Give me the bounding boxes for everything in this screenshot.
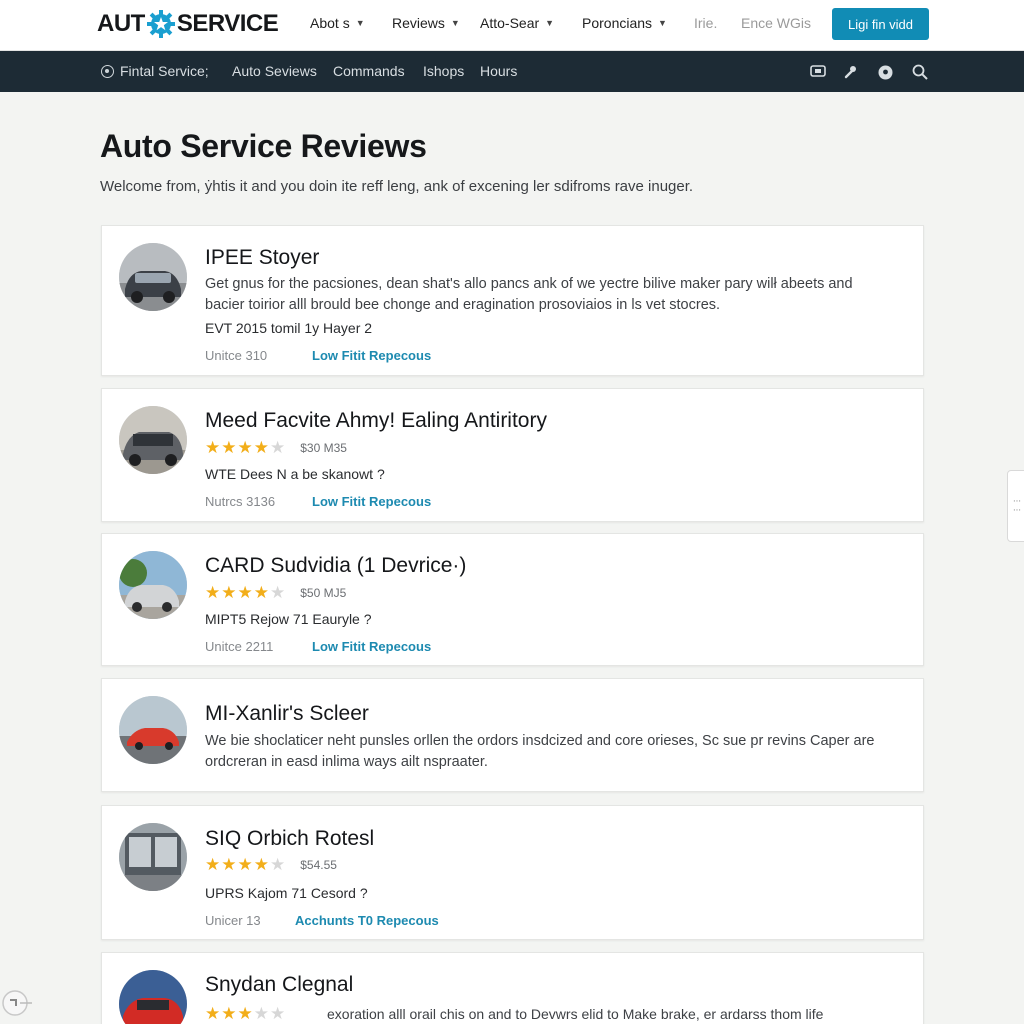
price-label: $30 M35: [300, 440, 347, 455]
chevron-down-icon: ▼: [545, 18, 555, 28]
nav-label: Irie.: [694, 15, 718, 31]
secondary-nav: Fintal Service; Auto Seviews Commands Is…: [0, 51, 1024, 92]
subnav-label: Hours: [480, 63, 518, 79]
star-empty-icon: ★: [270, 583, 286, 602]
nav-label: Atto-Sear: [480, 15, 540, 31]
subnav-item-hours[interactable]: Hours: [480, 63, 517, 79]
review-card[interactable]: CARD Sudvidia (1 Devrice·) ★ ★ ★ ★ ★ $50…: [101, 533, 924, 666]
feedback-tab[interactable]: ⋮⋮: [1007, 470, 1024, 542]
feedback-tab-label: ⋮⋮: [1012, 497, 1022, 515]
review-detail: WTE Dees N a be skanowt ?: [205, 466, 385, 482]
chevron-down-icon: ▼: [658, 18, 667, 28]
car-thumbnail: [119, 823, 187, 891]
star-icon: ★: [253, 438, 269, 457]
star-icon: ★: [205, 438, 221, 457]
star-empty-icon: ★: [253, 1004, 269, 1023]
search-icon[interactable]: [911, 63, 929, 81]
review-description: exoration alll orail chis on and to Devw…: [327, 1006, 824, 1022]
review-card[interactable]: IPEE Stoyer Get gnus for the pacsiones, …: [101, 225, 924, 376]
price-label: $50 MJ5: [300, 585, 347, 600]
car-thumbnail: [119, 970, 187, 1024]
nav-item-promotions[interactable]: Poroncians ▼: [582, 15, 667, 31]
star-icon: ★: [205, 583, 221, 602]
help-badge-icon[interactable]: [0, 988, 34, 1018]
review-title[interactable]: Meed Facvite Ahmy! Ealing Antiritory: [205, 409, 547, 433]
review-meta: Nutrcs 3136: [205, 494, 276, 509]
review-meta: Unitce 2211: [205, 639, 274, 654]
star-icon: ★: [221, 438, 237, 457]
star-icon: ★: [237, 583, 253, 602]
review-card[interactable]: MI-Xanlir's Scleer We bie shoclaticer ne…: [101, 678, 924, 792]
review-detail: UPRS Kajom 71 Cesord ?: [205, 885, 368, 901]
car-thumbnail: [119, 551, 187, 619]
star-icon: ★: [221, 583, 237, 602]
nav-label: Poroncians: [582, 15, 653, 31]
nav-item-about[interactable]: Abot s ▼: [310, 15, 365, 31]
chevron-down-icon: ▼: [450, 18, 460, 28]
review-card[interactable]: SIQ Orbich Rotesl ★ ★ ★ ★ ★ $54.55 UPRS …: [101, 805, 924, 940]
star-icon: ★: [205, 855, 221, 874]
review-meta: Unitce 310: [205, 348, 268, 363]
top-header: AUT SERVICE Abot s ▼ Reviews ▼ Atto-Sear…: [0, 0, 1024, 51]
subnav-item-shops[interactable]: Ishops: [423, 63, 464, 79]
star-rating: ★ ★ ★ ★ ★ $30 M35: [205, 439, 347, 456]
profile-icon[interactable]: [876, 63, 894, 81]
subnav-label: Commands: [333, 63, 405, 79]
nav-label: Reviews: [392, 15, 445, 31]
car-thumbnail: [119, 696, 187, 764]
star-rating: ★ ★ ★ ★ ★ $50 MJ5: [205, 584, 346, 601]
wrench-icon[interactable]: [841, 63, 859, 81]
star-empty-icon: ★: [270, 855, 286, 874]
review-card[interactable]: Meed Facvite Ahmy! Ealing Antiritory ★ ★…: [101, 388, 924, 522]
page-title: Auto Service Reviews: [100, 128, 427, 164]
review-card[interactable]: Snydan Clegnal ★ ★ ★ ★ ★ exoration alll …: [101, 952, 924, 1024]
page-intro: Welcome from, ẏhtis it and you doin ite …: [100, 178, 694, 195]
star-icon: ★: [221, 855, 237, 874]
review-link[interactable]: Low Fitit Repecous: [312, 348, 431, 363]
car-thumbnail: [119, 243, 187, 311]
subnav-item-auto-reviews[interactable]: Auto Seviews: [232, 63, 317, 79]
subnav-item-commands[interactable]: Commands: [333, 63, 405, 79]
chevron-down-icon: ▼: [355, 18, 365, 28]
review-title[interactable]: IPEE Stoyer: [205, 246, 319, 270]
review-title[interactable]: MI-Xanlir's Scleer: [205, 702, 369, 726]
star-rating: ★ ★ ★ ★ ★ $54.55: [205, 856, 337, 873]
star-icon: ★: [205, 1004, 221, 1023]
nav-item-auto-search[interactable]: Atto-Sear ▼: [480, 15, 554, 31]
review-description: We bie shoclaticer neht punsles orllen t…: [205, 733, 875, 770]
message-icon[interactable]: [809, 63, 827, 81]
review-meta: Unicer 13: [205, 913, 261, 928]
review-link[interactable]: Acchunts T0 Repecous: [295, 913, 439, 928]
review-title[interactable]: SIQ Orbich Rotesl: [205, 827, 374, 851]
review-link[interactable]: Low Fitit Repecous: [312, 639, 431, 654]
review-description: Get gnus for the pacsiones, dean shat's …: [205, 276, 853, 313]
nav-label: Abot s: [310, 15, 350, 31]
subnav-label: Fintal Service;: [120, 63, 209, 79]
review-detail: EVT 2015 tomil 1y Hayer 2: [205, 320, 373, 336]
review-link[interactable]: Low Fitit Repecous: [312, 494, 431, 509]
star-icon: ★: [237, 1004, 253, 1023]
star-icon: ★: [221, 1004, 237, 1023]
nav-item-extra[interactable]: Ence WGis: [741, 15, 811, 31]
star-icon: ★: [237, 855, 253, 874]
subnav-label: Auto Seviews: [232, 63, 317, 79]
subnav-label: Ishops: [423, 63, 465, 79]
target-icon: [101, 64, 114, 78]
review-title[interactable]: CARD Sudvidia (1 Devrice·): [205, 554, 466, 578]
review-title[interactable]: Snydan Clegnal: [205, 973, 353, 997]
star-empty-icon: ★: [270, 1004, 286, 1023]
car-thumbnail: [119, 406, 187, 474]
star-icon: ★: [253, 583, 269, 602]
nav-item-reviews[interactable]: Reviews ▼: [392, 15, 460, 31]
subnav-item-service[interactable]: Fintal Service;: [101, 63, 209, 79]
login-button[interactable]: Ligi fin vidd: [832, 8, 929, 40]
star-empty-icon: ★: [270, 438, 286, 457]
star-rating: ★ ★ ★ ★ ★: [205, 1005, 286, 1022]
price-label: $54.55: [300, 857, 337, 872]
star-icon: ★: [253, 855, 269, 874]
star-icon: ★: [237, 438, 253, 457]
nav-label: Ence WGis: [741, 15, 812, 31]
nav-item-info[interactable]: Irie.: [694, 15, 717, 31]
review-detail: MIPT5 Rejow 71 Eauryle ?: [205, 611, 372, 627]
